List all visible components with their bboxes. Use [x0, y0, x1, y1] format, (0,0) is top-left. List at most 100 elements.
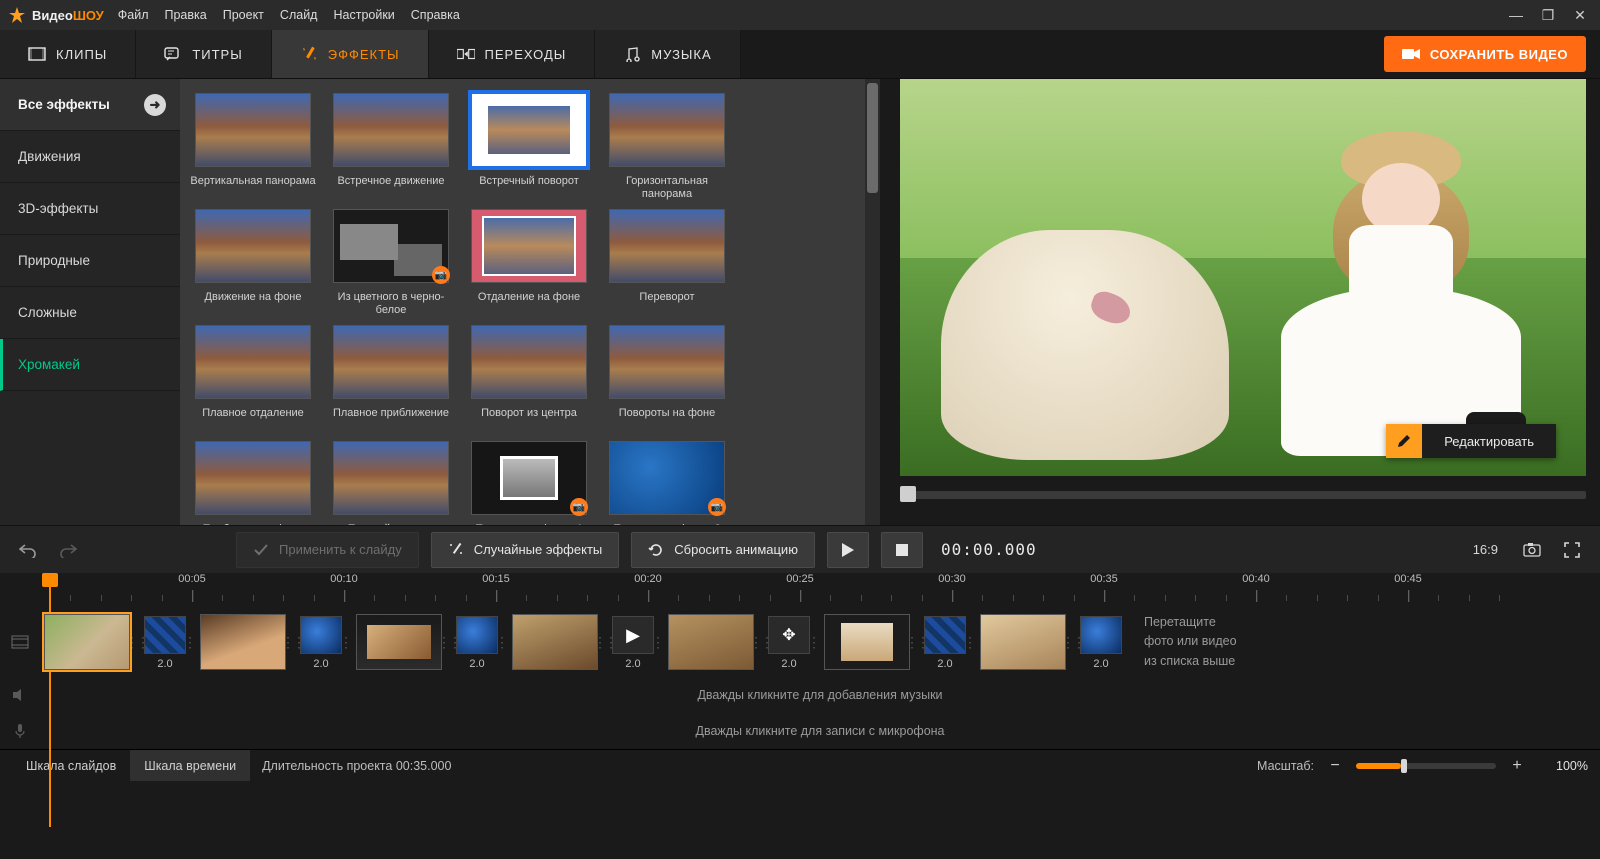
window-restore-icon[interactable]: ❐	[1536, 3, 1560, 27]
timeline-clip[interactable]	[512, 614, 598, 670]
category-nature[interactable]: Природные	[0, 235, 180, 287]
timeline-clip[interactable]	[44, 614, 130, 670]
timeline-transition[interactable]: ✥2.0	[766, 614, 812, 670]
preview-seek-slider[interactable]	[900, 491, 1586, 499]
clip-grip[interactable]: ⋮⋮	[188, 614, 200, 670]
category-chromakey[interactable]: Хромакей	[0, 339, 180, 391]
clip-grip[interactable]: ⋮⋮	[1066, 614, 1078, 670]
preview-dog-shape	[941, 230, 1229, 460]
seek-knob[interactable]	[900, 486, 916, 502]
category-chromakey-label: Хромакей	[18, 357, 80, 372]
effect-thumb[interactable]	[609, 325, 725, 399]
category-complex[interactable]: Сложные	[0, 287, 180, 339]
menu-project[interactable]: Проект	[223, 8, 264, 22]
timeline-ruler[interactable]: 00:0500:1000:1500:2000:2500:3000:3500:40…	[40, 573, 1600, 607]
timeline-transition[interactable]: 2.0	[298, 614, 344, 670]
timeline-transition[interactable]: 2.0	[142, 614, 188, 670]
window-minimize-icon[interactable]: —	[1504, 3, 1528, 27]
menu-slide[interactable]: Слайд	[280, 8, 318, 22]
timeline-transition[interactable]: 2.0	[454, 614, 500, 670]
menu-edit[interactable]: Правка	[165, 8, 207, 22]
timeline-clip[interactable]	[668, 614, 754, 670]
effect-thumb[interactable]	[195, 441, 311, 515]
timeline-clip[interactable]	[356, 614, 442, 670]
slides-scale-button[interactable]: Шкала слайдов	[12, 750, 130, 781]
timeline-transition[interactable]: 2.0	[1078, 614, 1124, 670]
clip-grip[interactable]: ⋮⋮	[442, 614, 454, 670]
effect-thumb[interactable]	[333, 93, 449, 167]
ruler-tick-minor	[405, 595, 406, 601]
menu-help[interactable]: Справка	[411, 8, 460, 22]
speaker-icon	[0, 677, 40, 713]
playhead[interactable]	[42, 573, 58, 587]
clip-grip[interactable]: ⋮⋮	[968, 614, 980, 670]
tab-transitions[interactable]: ПЕРЕХОДЫ	[429, 30, 596, 78]
menu-settings[interactable]: Настройки	[333, 8, 394, 22]
tab-music[interactable]: МУЗЫКА	[595, 30, 740, 78]
category-all-effects[interactable]: Все эффекты ➜	[0, 79, 180, 131]
timeline-clip[interactable]	[200, 614, 286, 670]
timeline-clip[interactable]	[980, 614, 1066, 670]
effect-thumb[interactable]	[609, 209, 725, 283]
window-close-icon[interactable]: ✕	[1568, 3, 1592, 27]
ruler-tick-minor	[70, 595, 71, 601]
effect-thumb[interactable]	[195, 325, 311, 399]
mic-track-hint[interactable]: Дважды кликните для записи с микрофона	[40, 713, 1600, 749]
effect-thumb[interactable]: 📷	[471, 441, 587, 515]
preview-canvas[interactable]: Редактировать	[900, 79, 1586, 476]
category-3d[interactable]: 3D-эффекты	[0, 183, 180, 235]
zoom-out-button[interactable]: −	[1324, 755, 1346, 777]
clip-grip[interactable]: ⋮⋮	[286, 614, 298, 670]
menu-file[interactable]: Файл	[118, 8, 149, 22]
save-video-button[interactable]: СОХРАНИТЬ ВИДЕО	[1384, 36, 1586, 72]
clip-grip[interactable]: ⋮⋮	[812, 614, 824, 670]
zoom-slider-knob[interactable]	[1401, 759, 1407, 773]
zoom-in-button[interactable]: +	[1506, 755, 1528, 777]
snapshot-button[interactable]	[1518, 536, 1546, 564]
clip-grip[interactable]: ⋮⋮	[344, 614, 356, 670]
stop-button[interactable]	[881, 532, 923, 568]
ruler-tick-minor	[435, 595, 436, 601]
effect-thumb[interactable]: 📷	[609, 441, 725, 515]
clip-grip[interactable]: ⋮⋮	[598, 614, 610, 670]
tab-clips[interactable]: КЛИПЫ	[0, 30, 136, 78]
effect-thumb-selected[interactable]	[471, 93, 587, 167]
ruler-tick-minor	[922, 595, 923, 601]
scrollbar-thumb[interactable]	[867, 83, 878, 193]
random-effects-label: Случайные эффекты	[474, 542, 603, 557]
edit-slide-button[interactable]: Редактировать	[1386, 424, 1556, 458]
clip-grip[interactable]: ⋮⋮	[130, 614, 142, 670]
effect-thumb[interactable]	[471, 325, 587, 399]
timeline-transition[interactable]: ▶2.0	[610, 614, 656, 670]
clip-grip[interactable]: ⋮⋮	[656, 614, 668, 670]
clip-grip[interactable]: ⋮⋮	[754, 614, 766, 670]
timeline-clip[interactable]	[824, 614, 910, 670]
effect-thumb[interactable]	[195, 93, 311, 167]
zoom-slider[interactable]	[1356, 763, 1496, 769]
reset-animation-button[interactable]: Сбросить анимацию	[631, 532, 815, 568]
category-motion[interactable]: Движения	[0, 131, 180, 183]
effect-thumb[interactable]	[333, 325, 449, 399]
undo-button[interactable]	[14, 536, 42, 564]
effect-caption: Плавное приближение	[333, 407, 449, 433]
effect-thumb[interactable]	[333, 441, 449, 515]
apply-all-icon[interactable]: ➜	[144, 94, 166, 116]
gallery-scrollbar[interactable]	[865, 79, 880, 525]
effect-thumb[interactable]	[195, 209, 311, 283]
clip-grip[interactable]: ⋮⋮	[910, 614, 922, 670]
ruler-tick-minor	[162, 595, 163, 601]
redo-button[interactable]	[54, 536, 82, 564]
aspect-ratio-label[interactable]: 16:9	[1473, 542, 1498, 557]
timeline-transition[interactable]: 2.0	[922, 614, 968, 670]
tab-effects[interactable]: ЭФФЕКТЫ	[272, 30, 429, 78]
effect-thumb[interactable]	[609, 93, 725, 167]
effect-thumb[interactable]: 📷	[333, 209, 449, 283]
play-button[interactable]	[827, 532, 869, 568]
time-scale-button[interactable]: Шкала времени	[130, 750, 250, 781]
effect-thumb[interactable]	[471, 209, 587, 283]
tab-titles[interactable]: ТИТРЫ	[136, 30, 271, 78]
fullscreen-button[interactable]	[1558, 536, 1586, 564]
clip-grip[interactable]: ⋮⋮	[500, 614, 512, 670]
music-track-hint[interactable]: Дважды кликните для добавления музыки	[40, 677, 1600, 713]
random-effects-button[interactable]: Случайные эффекты	[431, 532, 620, 568]
